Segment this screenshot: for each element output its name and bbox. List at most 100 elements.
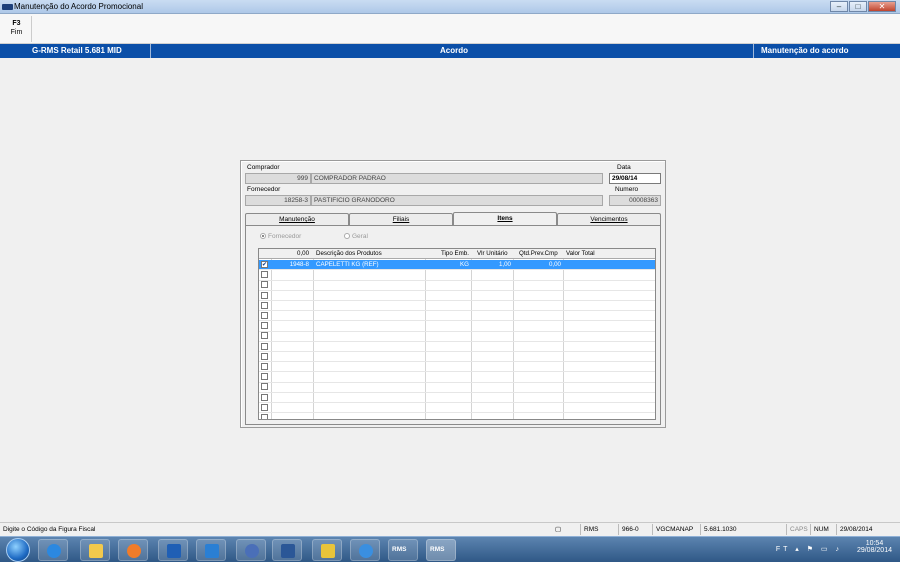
radio-fornecedor[interactable]: Fornecedor bbox=[260, 233, 301, 240]
comprador-code-field[interactable]: 999 bbox=[245, 173, 311, 184]
table-row[interactable] bbox=[259, 270, 655, 281]
row-checkbox[interactable] bbox=[261, 403, 268, 411]
table-row[interactable] bbox=[259, 413, 655, 419]
itens-tab-panel: Fornecedor Geral 0,00 Descrição dos Prod… bbox=[245, 225, 661, 425]
row-checkbox[interactable] bbox=[261, 352, 268, 360]
app-tools-icon[interactable] bbox=[312, 539, 342, 561]
row-checkbox[interactable] bbox=[261, 291, 268, 299]
row-checkbox[interactable] bbox=[261, 393, 268, 401]
acordo-panel: Comprador 999 COMPRADOR PADRAO Data 29/0… bbox=[240, 160, 666, 428]
fim-button[interactable]: F3 Fim bbox=[2, 16, 32, 42]
status-version: 5.681.1030 bbox=[700, 524, 740, 535]
radio-empty-icon bbox=[344, 233, 350, 239]
tab-strip: Manutenção Filiais Itens Vencimentos bbox=[245, 212, 661, 226]
row-checkbox[interactable] bbox=[261, 363, 268, 370]
table-row[interactable] bbox=[259, 382, 655, 393]
row-checkbox[interactable] bbox=[261, 383, 268, 391]
fim-label: Fim bbox=[10, 29, 23, 36]
table-row[interactable] bbox=[259, 393, 655, 403]
status-system: RMS bbox=[580, 524, 601, 535]
tab-manutencao[interactable]: Manutenção bbox=[245, 213, 349, 225]
table-row[interactable] bbox=[259, 301, 655, 312]
row-checkbox[interactable] bbox=[261, 301, 268, 309]
fim-shortcut: F3 bbox=[12, 20, 21, 27]
table-row[interactable] bbox=[259, 280, 655, 291]
lync-icon[interactable] bbox=[196, 539, 226, 561]
table-row[interactable] bbox=[259, 403, 655, 414]
row-qtd: 0,00 bbox=[548, 261, 561, 268]
tray-clock[interactable]: 10:54 29/08/2014 bbox=[857, 540, 892, 554]
tray-icons[interactable]: FT ▴ ⚑ ▭ ♪ bbox=[776, 545, 842, 553]
row-checkbox[interactable]: ✔ bbox=[261, 261, 268, 268]
row-checkbox[interactable] bbox=[261, 271, 268, 279]
tray-ft-label: FT bbox=[775, 546, 791, 553]
row-checkbox[interactable] bbox=[261, 322, 268, 330]
minimize-button[interactable]: – bbox=[830, 1, 848, 12]
app-icon bbox=[2, 4, 13, 10]
header-descricao[interactable]: Descrição dos Produtos bbox=[316, 250, 382, 257]
table-row[interactable] bbox=[259, 352, 655, 363]
status-message: Digite o Código da Figura Fiscal bbox=[3, 526, 96, 533]
status-date: 29/08/2014 bbox=[836, 524, 876, 535]
rms-taskbar-button-2[interactable]: RMS bbox=[426, 539, 456, 561]
module-title: Acordo bbox=[440, 46, 468, 55]
radio-geral[interactable]: Geral bbox=[344, 233, 368, 240]
close-button[interactable]: ✕ bbox=[868, 1, 896, 12]
taskbar: RMS RMS FT ▴ ⚑ ▭ ♪ 10:54 29/08/2014 bbox=[0, 536, 900, 562]
maximize-button[interactable]: □ bbox=[849, 1, 867, 12]
table-row[interactable] bbox=[259, 331, 655, 342]
fornecedor-name-field: PASTIFICIO GRANODORO bbox=[311, 195, 603, 206]
numero-label: Numero bbox=[615, 186, 639, 193]
tab-itens[interactable]: Itens bbox=[453, 212, 557, 226]
title-bar: Manutenção do Acordo Promocional – □ ✕ bbox=[0, 0, 900, 14]
status-code: 966-0 bbox=[618, 524, 642, 535]
row-checkbox[interactable] bbox=[261, 414, 268, 419]
table-row[interactable]: ✔ 1948-8 CAPELETTI KG (REF) KG 1,00 0,00 bbox=[259, 260, 655, 271]
data-label: Data bbox=[617, 164, 631, 171]
header-tipo[interactable]: Tipo Emb. bbox=[441, 250, 469, 257]
row-checkbox[interactable] bbox=[261, 373, 268, 381]
word-icon[interactable] bbox=[272, 539, 302, 561]
remote-icon[interactable] bbox=[350, 539, 380, 561]
outlook-icon[interactable] bbox=[158, 539, 188, 561]
ie-icon[interactable] bbox=[38, 539, 68, 561]
toolbar: F3 Fim bbox=[0, 14, 900, 44]
explorer-icon[interactable] bbox=[80, 539, 110, 561]
table-row[interactable] bbox=[259, 311, 655, 322]
numero-field: 00008363 bbox=[609, 195, 661, 206]
row-descricao: CAPELETTI KG (REF) bbox=[316, 261, 379, 268]
row-tipo: KG bbox=[460, 261, 469, 268]
table-row[interactable] bbox=[259, 342, 655, 352]
row-checkbox[interactable] bbox=[261, 342, 268, 350]
header-valor[interactable]: Valor Total bbox=[566, 250, 595, 257]
status-num: NUM bbox=[810, 524, 832, 535]
row-checkbox[interactable] bbox=[261, 312, 268, 319]
row-checkbox[interactable] bbox=[261, 281, 268, 289]
tab-vencimentos[interactable]: Vencimentos bbox=[557, 213, 661, 225]
radio-selected-icon bbox=[260, 233, 266, 239]
header-vlr[interactable]: Vlr Unitário bbox=[477, 250, 508, 257]
fornecedor-code-field[interactable]: 18258-3 bbox=[245, 195, 311, 206]
status-caps: CAPS bbox=[786, 524, 811, 535]
row-code: 1948-8 bbox=[289, 261, 309, 268]
module-header: G-RMS Retail 5.681 MID Acordo Manutenção… bbox=[0, 44, 900, 58]
start-button[interactable] bbox=[6, 538, 30, 562]
clipboard-icon[interactable]: ▢ bbox=[552, 524, 568, 535]
status-program: VGCMANAP bbox=[652, 524, 696, 535]
table-row[interactable] bbox=[259, 291, 655, 301]
table-row[interactable] bbox=[259, 321, 655, 332]
clock-time: 10:54 bbox=[865, 540, 884, 547]
link-icon[interactable] bbox=[236, 539, 266, 561]
table-row[interactable] bbox=[259, 372, 655, 383]
screen-title: Manutenção do acordo bbox=[761, 46, 849, 55]
data-field[interactable]: 29/08/14 bbox=[609, 173, 661, 184]
header-qtd[interactable]: Qtd.Prev.Cmp bbox=[519, 250, 558, 257]
table-row[interactable] bbox=[259, 362, 655, 373]
rms-taskbar-button-1[interactable]: RMS bbox=[388, 539, 418, 561]
window-title: Manutenção do Acordo Promocional bbox=[14, 2, 143, 11]
row-checkbox[interactable] bbox=[261, 332, 268, 340]
itens-grid: 0,00 Descrição dos Produtos Tipo Emb. Vl… bbox=[258, 248, 656, 420]
media-icon[interactable] bbox=[118, 539, 148, 561]
tab-filiais[interactable]: Filiais bbox=[349, 213, 453, 225]
fornecedor-label: Fornecedor bbox=[247, 186, 281, 193]
